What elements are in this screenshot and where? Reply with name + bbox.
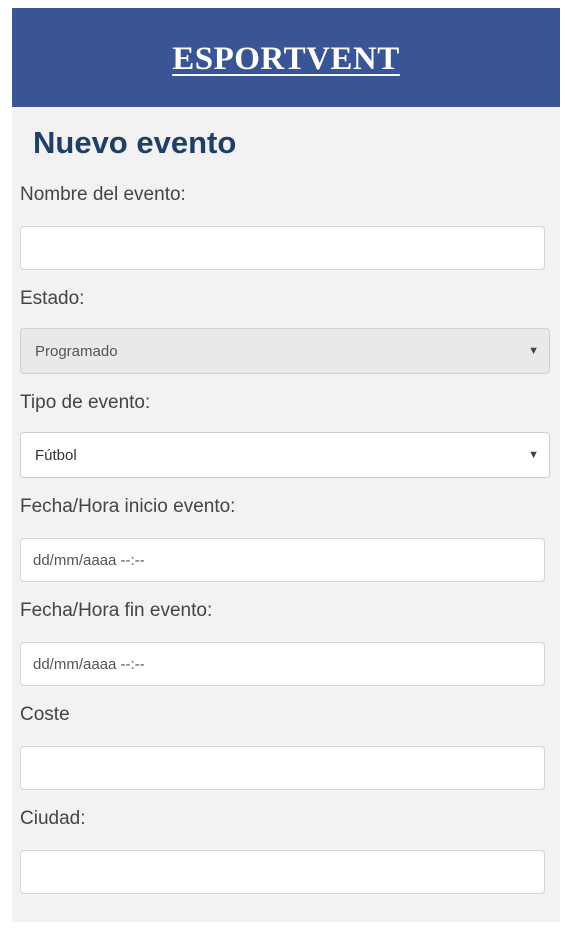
tipo-label: Tipo de evento: — [20, 392, 151, 413]
app-header: ESPORTVENT — [12, 8, 560, 107]
tipo-selected-value: Fútbol — [35, 446, 77, 464]
fin-label: Fecha/Hora fin evento: — [20, 600, 213, 621]
field-nombre: Nombre del evento: — [20, 184, 545, 270]
estado-select: Programado ▼ — [20, 328, 550, 374]
ciudad-input[interactable] — [20, 850, 545, 894]
chevron-down-icon: ▼ — [528, 345, 539, 357]
brand-logo[interactable]: ESPORTVENT — [172, 41, 400, 78]
event-form: Nombre del evento: Estado: Programado ▼ … — [20, 184, 550, 894]
nombre-input[interactable] — [20, 226, 545, 270]
tipo-select[interactable]: Fútbol ▼ — [20, 432, 550, 478]
fin-datetime-input[interactable] — [20, 642, 545, 686]
coste-label: Coste — [20, 704, 70, 725]
ciudad-label: Ciudad: — [20, 808, 86, 829]
field-tipo: Tipo de evento: Fútbol ▼ — [20, 392, 550, 478]
coste-input[interactable] — [20, 746, 545, 790]
page-title: Nuevo evento — [33, 125, 237, 160]
inicio-label: Fecha/Hora inicio evento: — [20, 496, 236, 517]
nombre-label: Nombre del evento: — [20, 184, 186, 205]
chevron-down-icon: ▼ — [528, 449, 539, 461]
field-inicio: Fecha/Hora inicio evento: — [20, 496, 545, 582]
field-coste: Coste — [20, 704, 545, 790]
field-estado: Estado: Programado ▼ — [20, 288, 550, 374]
estado-selected-value: Programado — [35, 342, 118, 360]
inicio-datetime-input[interactable] — [20, 538, 545, 582]
estado-label: Estado: — [20, 288, 85, 309]
field-fin: Fecha/Hora fin evento: — [20, 600, 545, 686]
field-ciudad: Ciudad: — [20, 808, 545, 894]
